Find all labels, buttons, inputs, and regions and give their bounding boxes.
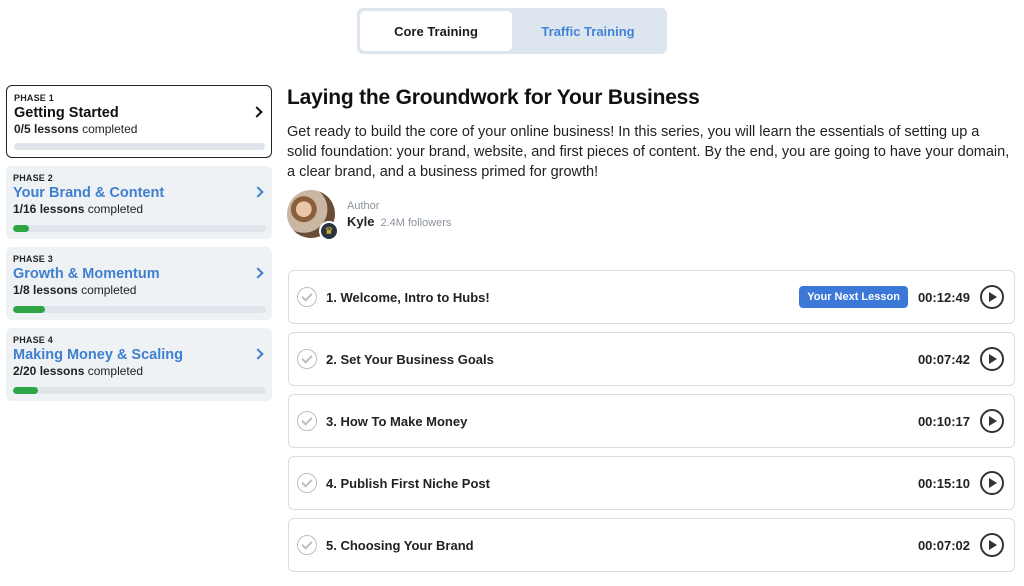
check-circle-icon[interactable] (297, 287, 317, 307)
phase-label: PHASE 2 (13, 173, 53, 183)
progress-fill (13, 306, 45, 313)
lesson-title: 2. Set Your Business Goals (326, 351, 494, 367)
phase-label: PHASE 4 (13, 335, 53, 345)
play-icon[interactable] (980, 533, 1004, 557)
progress-bar (13, 225, 266, 232)
series-overview: Laying the Groundwork for Your Business … (287, 86, 1015, 241)
training-tabs: Core Training Traffic Training (357, 8, 667, 54)
phase-progress-text: 0/5 lessons completed (14, 122, 138, 136)
lesson-title: 4. Publish First Niche Post (326, 475, 490, 491)
check-circle-icon[interactable] (297, 411, 317, 431)
phase-sidebar: PHASE 1 Getting Started 0/5 lessons comp… (6, 85, 272, 409)
sidebar-item-phase-1[interactable]: PHASE 1 Getting Started 0/5 lessons comp… (6, 85, 272, 158)
lesson-list: 1. Welcome, Intro to Hubs! Your Next Les… (288, 270, 1015, 580)
phase-label: PHASE 3 (13, 254, 53, 264)
progress-bar (13, 306, 266, 313)
check-circle-icon[interactable] (297, 473, 317, 493)
series-description: Get ready to build the core of your onli… (287, 124, 1010, 180)
play-icon[interactable] (980, 409, 1004, 433)
phase-title: Getting Started (14, 105, 119, 121)
progress-fill (13, 225, 29, 232)
author-name[interactable]: Kyle (347, 214, 374, 229)
lesson-row[interactable]: 4. Publish First Niche Post 00:15:10 (288, 456, 1015, 510)
avatar[interactable]: ♛ (287, 190, 339, 241)
author-label: Author (347, 199, 380, 212)
phase-progress-text: 1/8 lessons completed (13, 283, 137, 297)
page-title: Laying the Groundwork for Your Business (287, 86, 700, 109)
author-block: ♛ Author Kyle 2.4M followers (287, 190, 1015, 241)
lesson-duration: 00:07:02 (917, 537, 970, 553)
next-lesson-badge: Your Next Lesson (799, 286, 908, 308)
tab-traffic-training[interactable]: Traffic Training (512, 11, 664, 51)
author-followers: 2.4M followers (380, 216, 452, 229)
lesson-title: 3. How To Make Money (326, 413, 468, 429)
sidebar-item-phase-2[interactable]: PHASE 2 Your Brand & Content 1/16 lesson… (6, 166, 272, 239)
progress-fill (13, 387, 39, 394)
lesson-row[interactable]: 3. How To Make Money 00:10:17 (288, 394, 1015, 448)
check-circle-icon[interactable] (297, 349, 317, 369)
author-info: Author Kyle 2.4M followers (347, 200, 451, 229)
lesson-duration: 00:15:10 (917, 475, 970, 491)
check-circle-icon[interactable] (297, 535, 317, 555)
lesson-duration: 00:10:17 (917, 413, 970, 429)
phase-title: Growth & Momentum (13, 266, 160, 282)
phase-title: Your Brand & Content (13, 185, 165, 201)
crown-icon: ♛ (319, 221, 339, 241)
play-icon[interactable] (980, 347, 1004, 371)
sidebar-item-phase-3[interactable]: PHASE 3 Growth & Momentum 1/8 lessons co… (6, 247, 272, 320)
author-name-row: Kyle 2.4M followers (347, 214, 451, 229)
phase-label: PHASE 1 (14, 93, 54, 103)
phase-progress-text: 1/16 lessons completed (13, 202, 144, 216)
lesson-title: 5. Choosing Your Brand (326, 537, 474, 553)
lesson-duration: 00:12:49 (917, 289, 970, 305)
lesson-row[interactable]: 1. Welcome, Intro to Hubs! Your Next Les… (288, 270, 1015, 324)
lesson-duration: 00:07:42 (917, 351, 970, 367)
tab-core-training[interactable]: Core Training (360, 11, 512, 51)
play-icon[interactable] (980, 471, 1004, 495)
lesson-row[interactable]: 2. Set Your Business Goals 00:07:42 (288, 332, 1015, 386)
lesson-row[interactable]: 5. Choosing Your Brand 00:07:02 (288, 518, 1015, 572)
progress-bar (13, 387, 266, 394)
phase-title: Making Money & Scaling (13, 347, 183, 363)
progress-bar (14, 143, 265, 150)
phase-progress-text: 2/20 lessons completed (13, 364, 144, 378)
lesson-title: 1. Welcome, Intro to Hubs! (326, 289, 490, 305)
sidebar-item-phase-4[interactable]: PHASE 4 Making Money & Scaling 2/20 less… (6, 328, 272, 401)
play-icon[interactable] (980, 285, 1004, 309)
